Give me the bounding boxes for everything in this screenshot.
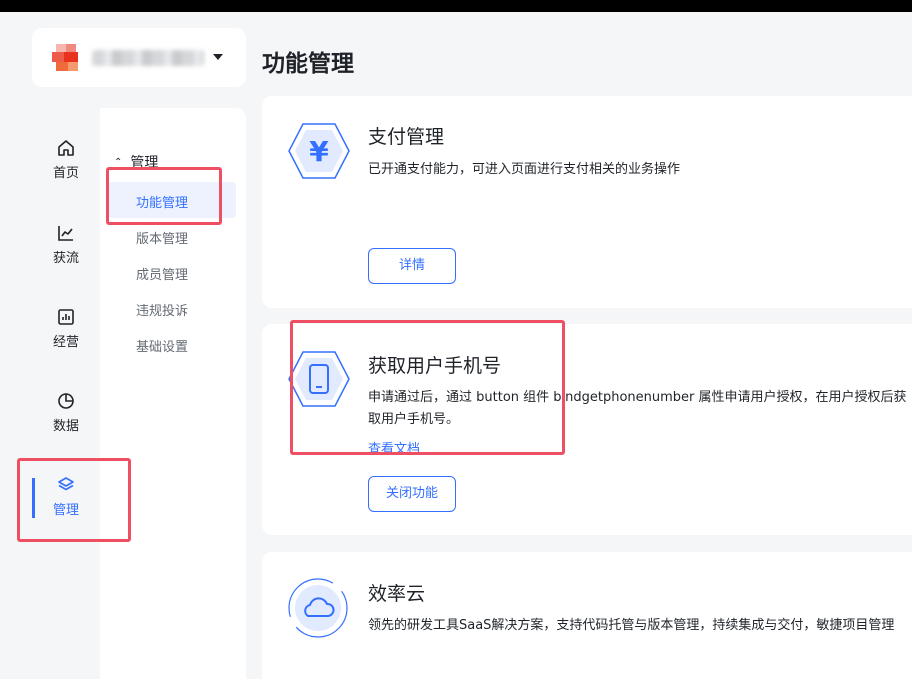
disable-feature-button[interactable]: 关闭功能 [368, 476, 456, 512]
nav-item-data[interactable]: 数据 [32, 391, 100, 451]
page-title: 功能管理 [262, 51, 354, 77]
feature-card-payment: ¥ 支付管理 已开通支付能力，可进入页面进行支付相关的业务操作 详情 [262, 96, 912, 308]
card-title: 获取用户手机号 [368, 355, 502, 377]
bar-chart-icon [58, 309, 74, 325]
nav-item-home[interactable]: 首页 [32, 138, 100, 198]
nav-item-label: 获流 [52, 251, 79, 266]
chevron-down-icon[interactable] [213, 54, 223, 60]
sub-nav-item-version-management[interactable]: 版本管理 [136, 228, 188, 247]
nav-item-label: 管理 [52, 503, 79, 518]
svg-text:¥: ¥ [309, 135, 329, 168]
card-description: 领先的研发工具SaaS解决方案，支持代码托管与版本管理，持续集成与交付，敏捷项目… [368, 618, 895, 633]
card-title: 支付管理 [368, 126, 445, 148]
home-icon [58, 140, 74, 156]
nav-item-traffic[interactable]: 获流 [32, 223, 100, 283]
nav-item-label: 首页 [52, 166, 79, 181]
nav-item-label: 经营 [52, 335, 79, 350]
chevron-up-icon: ⌃ [114, 157, 123, 168]
phone-icon [288, 351, 350, 407]
app-name-blurred [92, 50, 204, 66]
sub-nav-item-member-management[interactable]: 成员管理 [136, 264, 188, 283]
sub-nav-item-violation-complaints[interactable]: 违规投诉 [136, 300, 188, 319]
nav-item-operations[interactable]: 经营 [32, 307, 100, 367]
sub-nav-item-basic-settings[interactable]: 基础设置 [136, 336, 188, 355]
sidebar: 首页 获流 经营 数据 管理 ⌃ 管理 功能管理 版本管理 成员管理 违规投诉 基… [32, 108, 246, 679]
card-title: 效率云 [368, 583, 426, 605]
card-description: 已开通支付能力，可进入页面进行支付相关的业务操作 [368, 162, 681, 177]
app-logo [52, 44, 82, 72]
view-docs-link[interactable]: 查看文档 [368, 438, 420, 457]
line-chart-icon [58, 226, 73, 241]
feature-card-phone-number: 获取用户手机号 申请通过后，通过 button 组件 bindgetphonen… [262, 324, 912, 535]
active-indicator [32, 478, 35, 518]
layers-icon [58, 477, 74, 491]
feature-card-efficiency-cloud: 效率云 领先的研发工具SaaS解决方案，支持代码托管与版本管理，持续集成与交付，… [262, 552, 912, 679]
nav-rail: 首页 获流 经营 数据 管理 [32, 108, 100, 679]
card-description: 申请通过后，通过 button 组件 bindgetphonenumber 属性… [368, 390, 907, 427]
details-button[interactable]: 详情 [368, 248, 456, 284]
pie-chart-icon [58, 393, 74, 409]
window-top-bar [0, 0, 912, 12]
sub-nav-item-feature-management[interactable]: 功能管理 [108, 182, 236, 218]
cloud-icon [288, 578, 348, 638]
yuan-icon: ¥ [288, 123, 350, 179]
app-switcher[interactable] [32, 28, 246, 87]
nav-item-manage[interactable]: 管理 [32, 475, 100, 535]
sub-nav-group-label: 管理 [130, 155, 159, 171]
sub-nav-group[interactable]: ⌃ 管理 [114, 152, 158, 172]
nav-item-label: 数据 [52, 419, 79, 434]
